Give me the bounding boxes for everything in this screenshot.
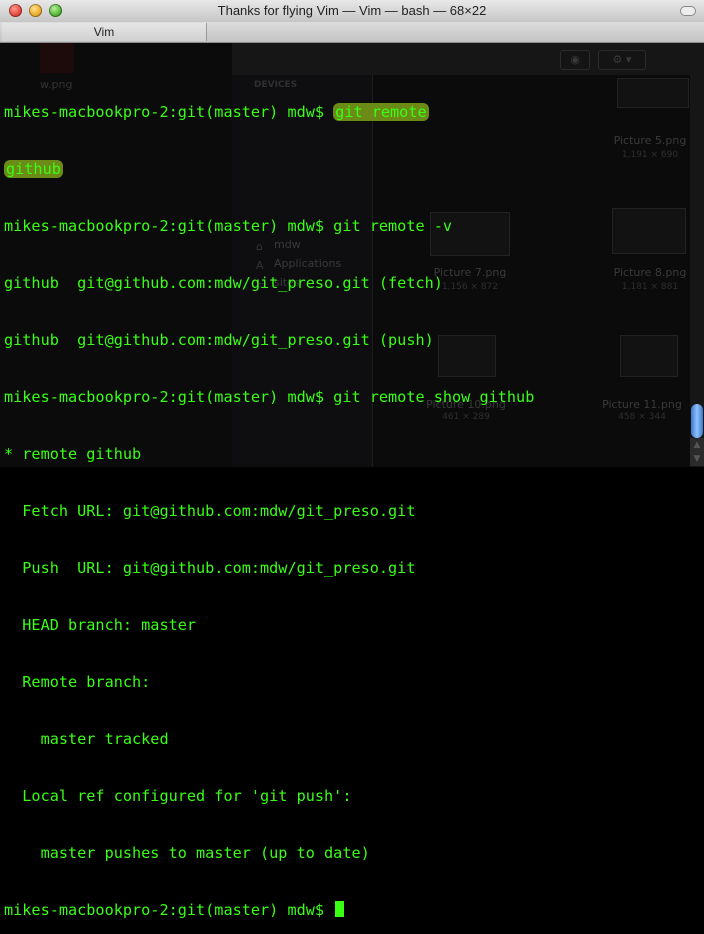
terminal-line: mikes-macbookpro-2:git(master) mdw$ git …	[4, 388, 690, 407]
terminal-line: master pushes to master (up to date)	[4, 844, 370, 862]
terminal-line: mikes-macbookpro-2:git(master) mdw$ git …	[4, 217, 690, 236]
terminal-line: Push URL: git@github.com:mdw/git_preso.g…	[4, 559, 416, 577]
window-titlebar: Thanks for flying Vim — Vim — bash — 68×…	[0, 0, 704, 23]
shell-prompt: mikes-macbookpro-2:git(master) mdw$	[4, 388, 334, 406]
scrollbar-thumb[interactable]	[691, 404, 703, 438]
terminal-line: HEAD branch: master	[4, 616, 197, 634]
shell-command: git remote -v	[333, 217, 453, 235]
window-title: Thanks for flying Vim — Vim — bash — 68×…	[217, 3, 487, 18]
tab-vim[interactable]: Vim	[2, 23, 207, 41]
tab-bar: Vim	[0, 22, 704, 43]
terminal-line: mikes-macbookpro-2:git(master) mdw$ git …	[4, 103, 690, 122]
terminal-line: github	[4, 160, 690, 179]
shell-command: git remote	[333, 103, 429, 121]
shell-prompt: mikes-macbookpro-2:git(master) mdw$	[4, 217, 334, 235]
scroll-down-icon[interactable]: ▼	[690, 452, 704, 466]
terminal-line: github git@github.com:mdw/git_preso.git …	[4, 274, 443, 292]
text-cursor	[335, 901, 345, 917]
terminal-line: * remote github	[4, 445, 142, 463]
shell-prompt: mikes-macbookpro-2:git(master) mdw$	[4, 103, 334, 121]
terminal-output[interactable]: mikes-macbookpro-2:git(master) mdw$ git …	[4, 65, 690, 934]
terminal-line: Local ref configured for 'git push':	[4, 787, 352, 805]
scroll-up-icon[interactable]: ▲	[690, 438, 704, 452]
terminal-line: mikes-macbookpro-2:git(master) mdw$	[4, 901, 690, 920]
shell-prompt: mikes-macbookpro-2:git(master) mdw$	[4, 901, 334, 919]
shell-command: git remote show github	[333, 388, 535, 406]
toolbar-toggle-button[interactable]	[680, 6, 696, 16]
terminal-line: master tracked	[4, 730, 169, 748]
terminal-line: github git@github.com:mdw/git_preso.git …	[4, 331, 434, 349]
terminal-line: Remote branch:	[4, 673, 151, 691]
terminal-line: Fetch URL: git@github.com:mdw/git_preso.…	[4, 502, 416, 520]
command-output: github	[4, 160, 63, 178]
